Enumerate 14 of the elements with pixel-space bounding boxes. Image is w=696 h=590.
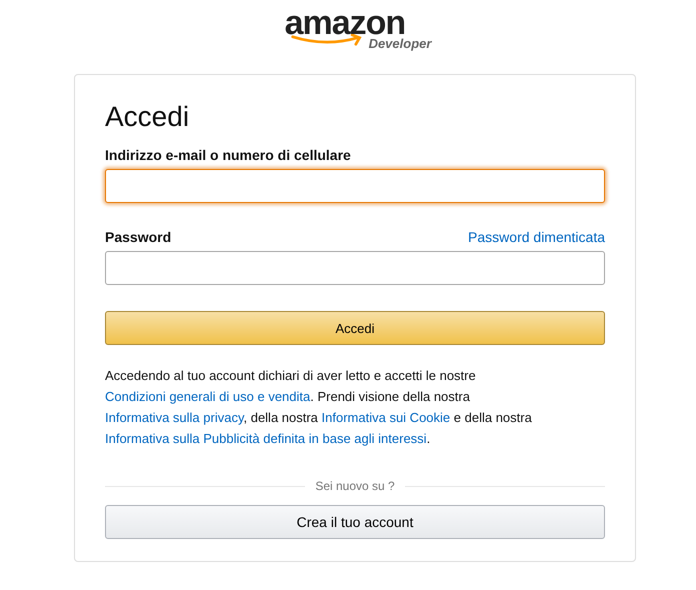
legal-link[interactable]: Informativa sui Cookie [322,410,450,425]
field-label: Password [105,229,172,245]
page-title: Accedi [105,101,190,133]
legal-text: Accedendo al tuo account dichiari di aver letto e accetti le nostre Condizioni generali di uso e vendita. Prendi visione della nostra Informativa sulla privacy, della nostra Informativa sui Cookie e della nostra Informativa sulla Pubblicità definita in base agli interessi. [105,367,533,448]
legal-link[interactable]: Informativa sulla Pubblicità definita in base agli interessi [105,431,427,446]
field-label: Indirizzo e-mail o numero di cellulare [105,147,351,163]
create-account-button[interactable]: Crea il tuo account [105,505,605,539]
sign-in-button[interactable]: Accedi [105,311,605,345]
email-field[interactable] [105,169,605,203]
forgot-password-link[interactable]: Password dimenticata [468,229,605,245]
password-field[interactable] [105,251,605,285]
legal-link[interactable]: Condizioni generali di uso e vendita [105,389,310,404]
divider-text: Sei nuovo su ? [315,479,395,493]
legal-link[interactable]: Informativa sulla privacy [105,410,244,425]
